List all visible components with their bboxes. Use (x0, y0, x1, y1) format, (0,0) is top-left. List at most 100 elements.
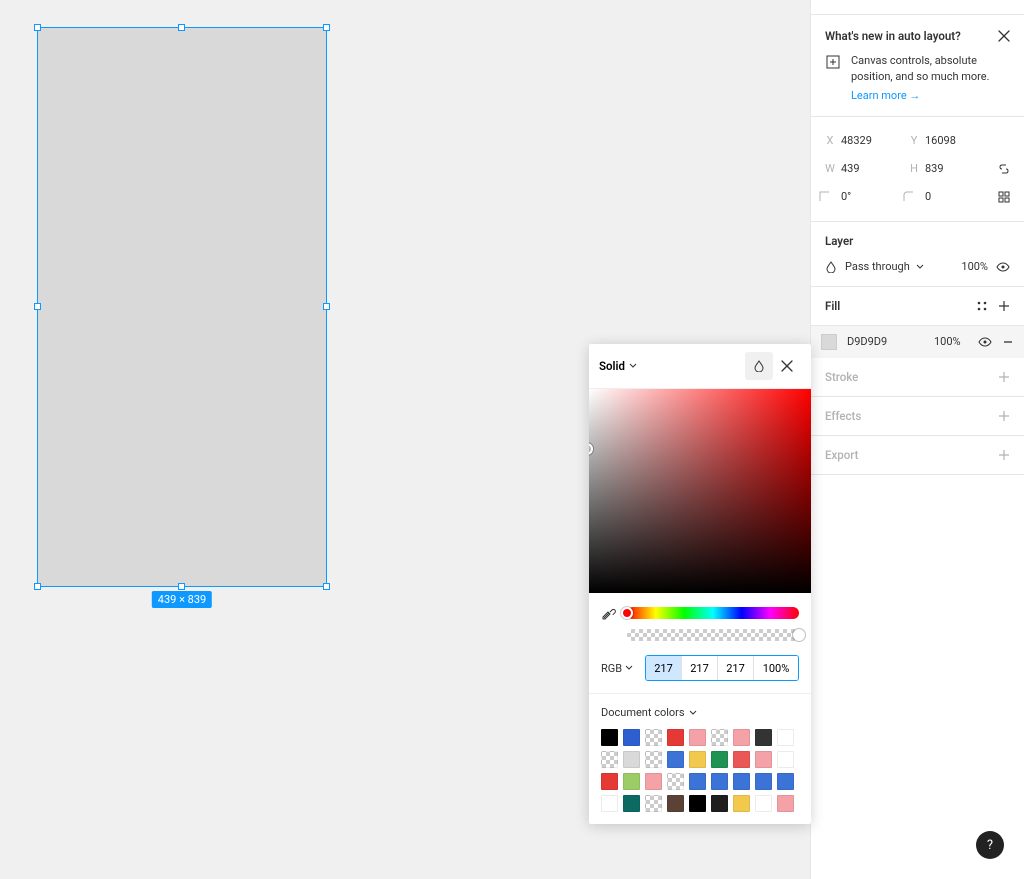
color-swatch[interactable] (601, 773, 618, 790)
visibility-icon[interactable] (978, 335, 992, 349)
add-stroke-button[interactable] (998, 371, 1010, 383)
fill-styles-icon[interactable] (976, 300, 988, 312)
h-label: H (903, 162, 925, 175)
visibility-icon[interactable] (996, 260, 1010, 274)
color-swatch[interactable] (645, 795, 662, 812)
color-swatch[interactable] (755, 795, 772, 812)
color-swatch[interactable] (601, 795, 618, 812)
color-model-select[interactable]: RGB (601, 662, 633, 675)
color-swatch[interactable] (645, 773, 662, 790)
add-fill-button[interactable] (998, 300, 1010, 312)
g-input[interactable] (682, 656, 718, 680)
alpha-input[interactable] (754, 656, 798, 680)
stroke-panel-header: Stroke (811, 358, 1024, 397)
color-swatch[interactable] (689, 773, 706, 790)
height-input[interactable]: 839 (925, 162, 944, 175)
resize-handle-bc[interactable] (178, 583, 185, 590)
layer-panel-header: Layer (811, 222, 1024, 260)
selected-frame[interactable]: 439 × 839 (37, 27, 327, 587)
color-swatch[interactable] (689, 751, 706, 768)
color-swatch[interactable] (711, 795, 728, 812)
color-swatch[interactable] (733, 795, 750, 812)
color-swatch[interactable] (777, 795, 794, 812)
color-swatch[interactable] (689, 795, 706, 812)
color-swatch[interactable] (733, 751, 750, 768)
alpha-slider[interactable] (627, 629, 799, 641)
color-swatch[interactable] (623, 751, 640, 768)
color-swatch[interactable] (601, 729, 618, 746)
help-button[interactable]: ? (976, 831, 1004, 859)
close-picker-button[interactable] (773, 352, 801, 380)
color-swatch[interactable] (777, 751, 794, 768)
alpha-thumb[interactable] (793, 629, 805, 641)
color-swatch[interactable] (667, 751, 684, 768)
resize-handle-rc[interactable] (323, 303, 330, 310)
resize-handle-tc[interactable] (178, 24, 185, 31)
color-swatch[interactable] (689, 729, 706, 746)
color-swatch[interactable] (733, 729, 750, 746)
color-swatch[interactable] (733, 773, 750, 790)
fill-row: D9D9D9 100% (811, 326, 1024, 358)
document-colors-select[interactable]: Document colors (601, 706, 799, 719)
color-swatch[interactable] (711, 751, 728, 768)
color-swatch[interactable] (711, 773, 728, 790)
color-swatch[interactable] (601, 751, 618, 768)
color-swatch[interactable] (711, 729, 728, 746)
independent-corners-icon[interactable] (998, 191, 1010, 203)
color-swatch[interactable] (623, 795, 640, 812)
hue-slider[interactable] (627, 607, 799, 619)
color-swatch[interactable] (755, 773, 772, 790)
rotation-input[interactable]: 0° (841, 190, 851, 203)
color-swatch[interactable] (755, 729, 772, 746)
blend-mode-select[interactable]: Pass through (845, 260, 953, 273)
hue-thumb[interactable] (621, 607, 633, 619)
position-section: X48329 Y16098 W439 H839 0° 0 (811, 117, 1024, 222)
remove-fill-button[interactable] (1002, 336, 1014, 348)
fill-hex-input[interactable]: D9D9D9 (847, 335, 924, 348)
color-swatch[interactable] (667, 795, 684, 812)
color-swatch[interactable] (623, 729, 640, 746)
fill-swatch[interactable] (821, 334, 837, 350)
width-input[interactable]: 439 (841, 162, 860, 175)
fill-type-value: Solid (599, 359, 625, 373)
fill-type-select[interactable]: Solid (599, 359, 745, 373)
color-swatch[interactable] (777, 729, 794, 746)
effects-title: Effects (825, 409, 861, 423)
close-icon[interactable] (998, 30, 1010, 42)
saturation-cursor[interactable] (589, 443, 593, 455)
r-input[interactable] (646, 656, 682, 680)
color-swatch[interactable] (667, 773, 684, 790)
resize-handle-bl[interactable] (34, 583, 41, 590)
color-swatch[interactable] (645, 751, 662, 768)
color-swatch[interactable] (645, 729, 662, 746)
y-input[interactable]: 16098 (925, 134, 956, 147)
auto-layout-icon (825, 54, 841, 70)
color-swatch[interactable] (755, 751, 772, 768)
y-label: Y (903, 134, 925, 147)
fill-opacity-input[interactable]: 100% (934, 335, 968, 348)
color-swatch[interactable] (777, 773, 794, 790)
layer-opacity-input[interactable]: 100% (961, 260, 988, 273)
add-effect-button[interactable] (998, 410, 1010, 422)
color-picker-popover[interactable]: Solid RGB (589, 344, 811, 824)
resize-handle-br[interactable] (323, 583, 330, 590)
learn-more-link[interactable]: Learn more → (851, 89, 920, 102)
color-swatch[interactable] (623, 773, 640, 790)
export-title: Export (825, 448, 858, 462)
saturation-field[interactable] (589, 389, 811, 593)
document-colors-label: Document colors (601, 706, 685, 719)
color-model-value: RGB (601, 662, 622, 675)
resize-handle-tr[interactable] (323, 24, 330, 31)
x-input[interactable]: 48329 (841, 134, 872, 147)
blend-mode-icon (825, 261, 837, 273)
b-input[interactable] (718, 656, 754, 680)
color-swatch[interactable] (667, 729, 684, 746)
resize-handle-lc[interactable] (34, 303, 41, 310)
blend-toggle-button[interactable] (745, 352, 773, 380)
rotation-icon (819, 191, 841, 202)
corner-radius-input[interactable]: 0 (925, 190, 931, 203)
add-export-button[interactable] (998, 449, 1010, 461)
resize-handle-tl[interactable] (34, 24, 41, 31)
eyedropper-icon[interactable] (601, 605, 617, 621)
constrain-proportions-icon[interactable] (998, 163, 1010, 175)
